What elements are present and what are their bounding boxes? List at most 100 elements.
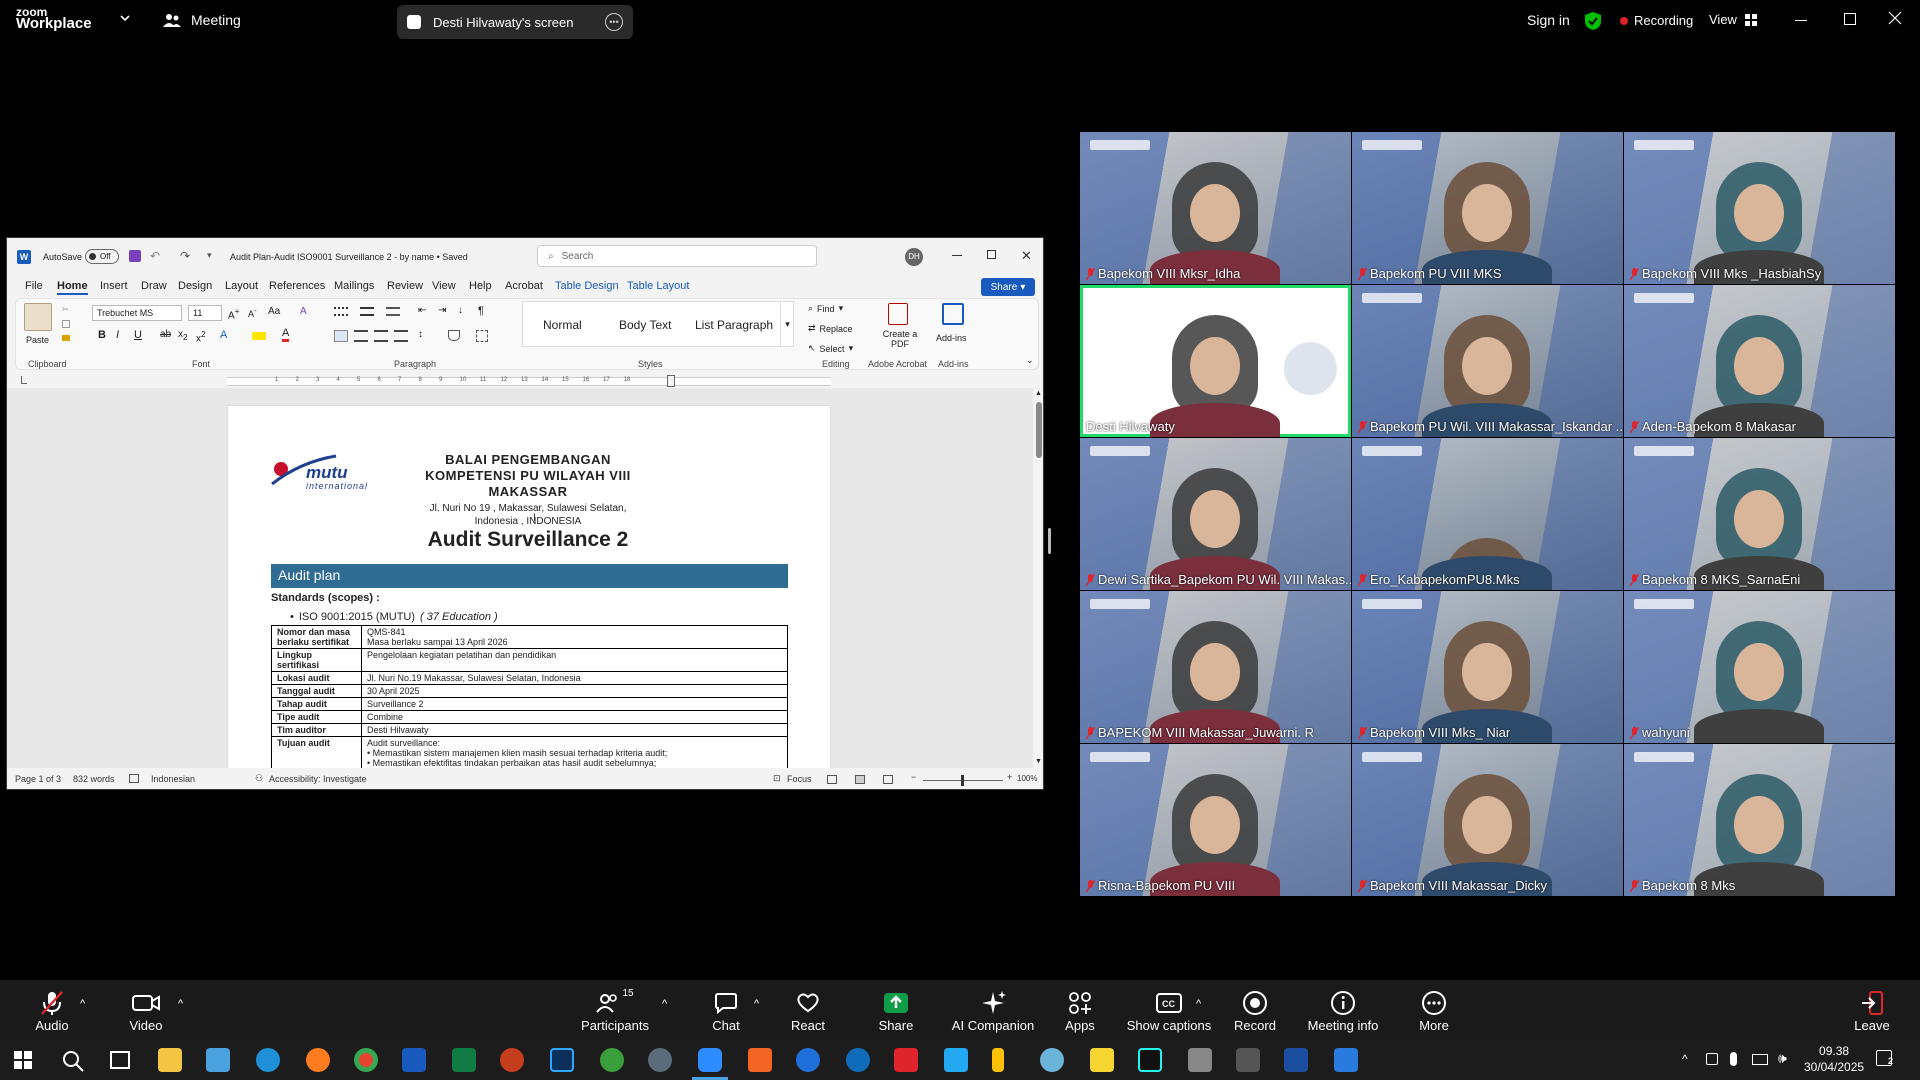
network-icon[interactable]: [1752, 1054, 1768, 1065]
customize-toolbar-icon[interactable]: ▾: [207, 250, 212, 261]
participant-tile[interactable]: Bapekom VIII Mks_ Niar: [1352, 591, 1623, 743]
align-center-icon[interactable]: [354, 330, 368, 342]
file-explorer-icon[interactable]: [158, 1048, 182, 1072]
participant-tile[interactable]: Ero_KabapekomPU8.Mks: [1352, 438, 1623, 590]
participant-tile[interactable]: Bapekom 8 Mks: [1624, 744, 1895, 896]
tab-design[interactable]: Design: [178, 280, 212, 292]
word-restore-icon[interactable]: [987, 250, 996, 259]
autosave-toggle[interactable]: Off: [85, 249, 119, 264]
style-body-text[interactable]: Body Text: [619, 318, 671, 332]
meeting-info-button[interactable]: Meeting info: [1300, 980, 1386, 1040]
ai-companion-button[interactable]: AI Companion: [950, 980, 1036, 1040]
align-left-icon[interactable]: [334, 330, 348, 342]
participant-tile[interactable]: Bapekom VIII Mksr_Idha: [1080, 132, 1351, 284]
tab-review[interactable]: Review: [387, 280, 423, 292]
chrome-icon[interactable]: [354, 1048, 378, 1072]
volume-icon[interactable]: 🕪: [1778, 1050, 1787, 1067]
font-name-select[interactable]: Trebuchet MS: [92, 305, 182, 321]
web-layout-icon[interactable]: [883, 775, 893, 784]
paste-icon[interactable]: [24, 303, 52, 331]
clock[interactable]: 09.38 30/04/2025: [1804, 1043, 1864, 1075]
sticky-notes-icon[interactable]: [1090, 1048, 1114, 1072]
status-words[interactable]: 832 words: [73, 774, 115, 784]
participant-tile[interactable]: Dewi Sartika_Bapekom PU Wil. VIII Makas.…: [1080, 438, 1351, 590]
format-painter-icon[interactable]: [62, 335, 70, 341]
text-effects-icon[interactable]: A: [220, 329, 227, 341]
participant-tile[interactable]: Desti Hilvawaty: [1080, 285, 1351, 437]
apps-button[interactable]: Apps: [1060, 980, 1100, 1040]
video-options-chevron-icon[interactable]: ^: [178, 998, 183, 1010]
tab-insert[interactable]: Insert: [100, 280, 128, 292]
participant-tile[interactable]: Risna-Bapekom PU VIII: [1080, 744, 1351, 896]
grow-font-icon[interactable]: A+: [228, 306, 240, 321]
windows-start-icon[interactable]: [14, 1051, 32, 1069]
save-icon[interactable]: [129, 250, 141, 262]
remote-app-icon[interactable]: [1334, 1048, 1358, 1072]
tab-help[interactable]: Help: [469, 280, 492, 292]
task-view-icon[interactable]: [110, 1051, 130, 1069]
participants-chevron-icon[interactable]: ^: [662, 998, 667, 1010]
security-shield-icon[interactable]: [1584, 11, 1602, 31]
zoom-taskbar-icon[interactable]: [698, 1048, 722, 1072]
superscript-icon[interactable]: x2: [196, 329, 206, 344]
photoshop-icon[interactable]: [550, 1048, 574, 1072]
find-button[interactable]: ⌕ Find ▾: [808, 303, 843, 314]
shrink-font-icon[interactable]: A-: [248, 306, 257, 319]
zoom-slider[interactable]: [923, 775, 1003, 786]
show-marks-icon[interactable]: ¶: [478, 305, 484, 317]
create-pdf-label[interactable]: Create a PDF: [882, 329, 918, 349]
tab-table-design[interactable]: Table Design: [555, 280, 619, 292]
participant-tile[interactable]: Bapekom PU VIII MKS: [1352, 132, 1623, 284]
increase-indent-icon[interactable]: ⇥: [438, 305, 446, 316]
decrease-indent-icon[interactable]: ⇤: [418, 305, 426, 316]
shading-icon[interactable]: [448, 330, 460, 341]
style-normal[interactable]: Normal: [543, 318, 582, 332]
zoom-slider-thumb[interactable]: [961, 775, 964, 786]
shared-screen-tab[interactable]: Desti Hilvawaty's screen •••: [397, 5, 633, 39]
taskbar-search-icon[interactable]: [62, 1050, 84, 1072]
bolt-app-icon[interactable]: [992, 1048, 1004, 1072]
print-layout-icon[interactable]: [855, 775, 865, 784]
view-menu[interactable]: View: [1709, 12, 1757, 27]
italic-icon[interactable]: I: [116, 329, 119, 341]
tab-references[interactable]: References: [269, 280, 325, 292]
search-box[interactable]: ⌕ Search: [537, 245, 817, 267]
document-title[interactable]: Audit Plan-Audit ISO9001 Surveillance 2 …: [230, 252, 468, 262]
chat-chevron-icon[interactable]: ^: [754, 998, 759, 1010]
word-minimize-icon[interactable]: [952, 255, 962, 256]
line-spacing-icon[interactable]: ↕: [418, 329, 423, 340]
font-color-icon[interactable]: A: [282, 328, 290, 342]
proofing-icon[interactable]: [129, 774, 139, 783]
strikethrough-icon[interactable]: ab: [160, 329, 171, 340]
collapse-ribbon-icon[interactable]: ⌄: [1026, 355, 1034, 366]
excel-icon[interactable]: [452, 1048, 476, 1072]
react-button[interactable]: React: [788, 980, 828, 1040]
status-focus[interactable]: Focus: [787, 774, 812, 784]
printer-app-icon[interactable]: [1236, 1048, 1260, 1072]
anydesk-icon[interactable]: [894, 1048, 918, 1072]
chatgpt-icon[interactable]: [648, 1048, 672, 1072]
tab-acrobat[interactable]: Acrobat: [505, 280, 543, 292]
tab-home[interactable]: Home: [57, 280, 88, 295]
underline-icon[interactable]: U: [134, 329, 142, 341]
leave-button[interactable]: Leave: [1850, 980, 1894, 1040]
video-button[interactable]: Video: [122, 980, 170, 1040]
tab-table-layout[interactable]: Table Layout: [627, 280, 689, 292]
indent-marker-icon[interactable]: [667, 375, 675, 387]
chat-button[interactable]: Chat: [706, 980, 746, 1040]
status-accessibility[interactable]: Accessibility: Investigate: [269, 774, 367, 784]
bold-icon[interactable]: B: [98, 329, 106, 341]
word-taskbar-icon[interactable]: [402, 1048, 426, 1072]
tray-overflow-icon[interactable]: ^: [1682, 1052, 1688, 1066]
powerpoint-icon[interactable]: [500, 1048, 524, 1072]
vscode-icon[interactable]: [944, 1048, 968, 1072]
add-ins-label[interactable]: Add-ins: [936, 333, 967, 343]
show-captions-button[interactable]: CC Show captions: [1126, 980, 1212, 1040]
pen-tool-icon[interactable]: [600, 1048, 624, 1072]
display-app-icon[interactable]: [1188, 1048, 1212, 1072]
subscript-icon[interactable]: x2: [178, 329, 188, 342]
globe-app-icon[interactable]: [796, 1048, 820, 1072]
font-size-select[interactable]: 11: [188, 305, 222, 321]
vertical-scrollbar[interactable]: ▲ ▼: [1033, 388, 1043, 770]
align-right-icon[interactable]: [374, 330, 388, 342]
